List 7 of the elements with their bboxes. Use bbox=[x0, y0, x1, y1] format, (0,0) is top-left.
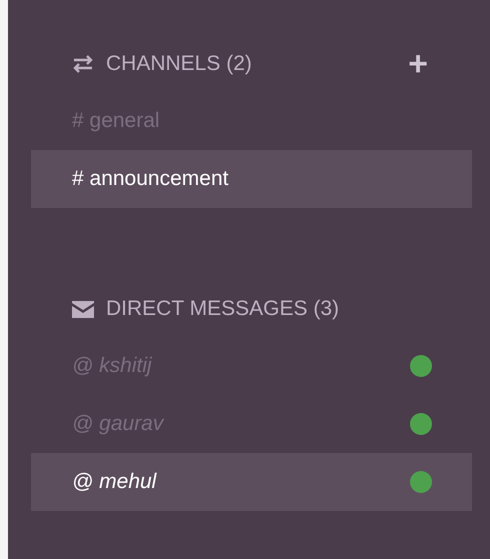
section-title: DIRECT MESSAGES (3) bbox=[106, 297, 340, 321]
add-channel-button[interactable]: + bbox=[404, 47, 432, 81]
envelope-icon bbox=[72, 300, 94, 318]
swap-arrows-icon bbox=[72, 55, 94, 73]
section-title: CHANNELS (2) bbox=[106, 52, 253, 76]
contact-item[interactable]: @ mehul bbox=[31, 453, 472, 511]
channel-item[interactable]: # announcement bbox=[31, 150, 472, 208]
